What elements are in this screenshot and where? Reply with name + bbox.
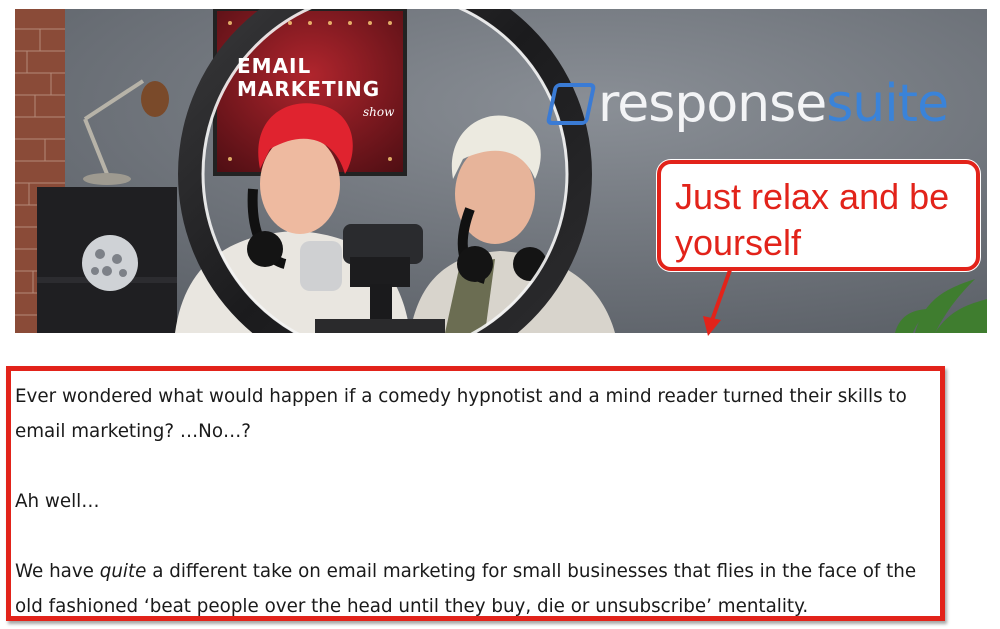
poster-subtitle: show [363,105,395,119]
article-text-box: Ever wondered what would happen if a com… [6,366,945,621]
brand-mark-icon [545,83,597,125]
brand-word-response: response [598,74,827,134]
callout-box: Just relax and be yourself [657,160,980,271]
brand-word-suite: suite [826,74,949,134]
callout-arrow-icon [703,269,732,336]
brand-logo: response suite [545,69,949,139]
emphasis-quite: quite [99,561,147,582]
poster-title: EMAIL MARKETING [237,54,381,101]
paragraph-intro: Ever wondered what would happen if a com… [15,386,907,442]
paragraph-take: We have quite a different take on email … [15,554,940,624]
callout-text: Just relax and be yourself [675,176,950,263]
paragraph-take-start: We have [15,561,100,582]
paragraph-ah-well: Ah well… [15,491,100,512]
paragraph-take-rest: a different take on email marketing for … [15,561,917,617]
